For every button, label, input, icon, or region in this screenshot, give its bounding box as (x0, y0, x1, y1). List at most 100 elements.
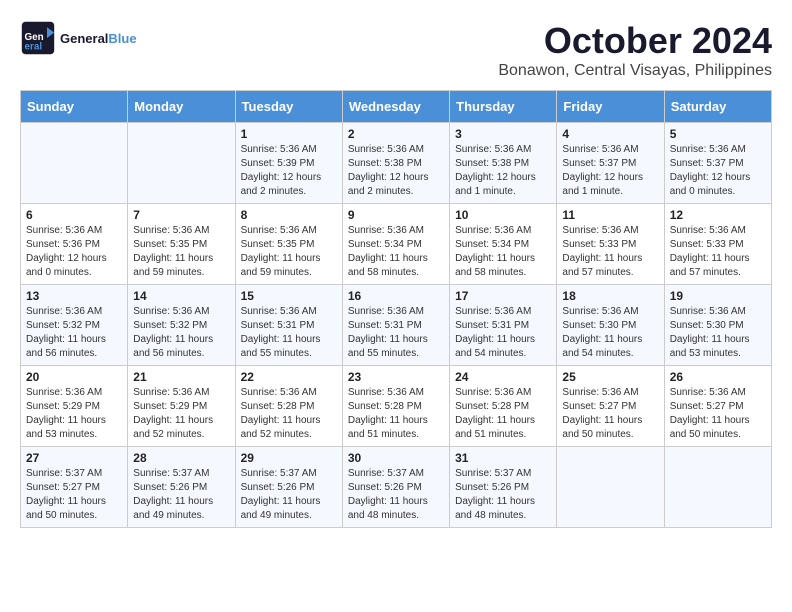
weekday-header-tuesday: Tuesday (235, 91, 342, 123)
day-info: Sunrise: 5:36 AM Sunset: 5:30 PM Dayligh… (562, 305, 658, 361)
calendar-cell: 5 Sunrise: 5:36 AM Sunset: 5:37 PM Dayli… (664, 123, 771, 204)
day-info: Sunrise: 5:36 AM Sunset: 5:29 PM Dayligh… (26, 386, 122, 442)
calendar-cell: 24 Sunrise: 5:36 AM Sunset: 5:28 PM Dayl… (450, 366, 557, 447)
day-number: 2 (348, 127, 444, 141)
month-title: October 2024 (498, 20, 772, 62)
calendar-cell: 29 Sunrise: 5:37 AM Sunset: 5:26 PM Dayl… (235, 447, 342, 528)
calendar-week-row: 1 Sunrise: 5:36 AM Sunset: 5:39 PM Dayli… (21, 123, 772, 204)
day-info: Sunrise: 5:37 AM Sunset: 5:26 PM Dayligh… (133, 467, 229, 523)
calendar-cell: 26 Sunrise: 5:36 AM Sunset: 5:27 PM Dayl… (664, 366, 771, 447)
day-number: 4 (562, 127, 658, 141)
calendar-table: SundayMondayTuesdayWednesdayThursdayFrid… (20, 90, 772, 528)
day-info: Sunrise: 5:36 AM Sunset: 5:33 PM Dayligh… (562, 224, 658, 280)
day-number: 9 (348, 208, 444, 222)
logo-text: GeneralBlue (60, 31, 137, 46)
day-info: Sunrise: 5:36 AM Sunset: 5:32 PM Dayligh… (26, 305, 122, 361)
day-number: 6 (26, 208, 122, 222)
day-number: 3 (455, 127, 551, 141)
day-number: 23 (348, 370, 444, 384)
day-number: 11 (562, 208, 658, 222)
calendar-cell: 3 Sunrise: 5:36 AM Sunset: 5:38 PM Dayli… (450, 123, 557, 204)
day-number: 17 (455, 289, 551, 303)
day-info: Sunrise: 5:36 AM Sunset: 5:28 PM Dayligh… (348, 386, 444, 442)
day-info: Sunrise: 5:36 AM Sunset: 5:28 PM Dayligh… (455, 386, 551, 442)
day-info: Sunrise: 5:36 AM Sunset: 5:35 PM Dayligh… (133, 224, 229, 280)
calendar-cell: 25 Sunrise: 5:36 AM Sunset: 5:27 PM Dayl… (557, 366, 664, 447)
day-number: 7 (133, 208, 229, 222)
day-info: Sunrise: 5:36 AM Sunset: 5:34 PM Dayligh… (348, 224, 444, 280)
calendar-cell: 10 Sunrise: 5:36 AM Sunset: 5:34 PM Dayl… (450, 204, 557, 285)
day-number: 14 (133, 289, 229, 303)
day-number: 12 (670, 208, 766, 222)
day-number: 25 (562, 370, 658, 384)
location-subtitle: Bonawon, Central Visayas, Philippines (498, 62, 772, 80)
day-info: Sunrise: 5:37 AM Sunset: 5:26 PM Dayligh… (455, 467, 551, 523)
weekday-header-saturday: Saturday (664, 91, 771, 123)
day-number: 13 (26, 289, 122, 303)
calendar-cell: 6 Sunrise: 5:36 AM Sunset: 5:36 PM Dayli… (21, 204, 128, 285)
calendar-cell: 19 Sunrise: 5:36 AM Sunset: 5:30 PM Dayl… (664, 285, 771, 366)
weekday-header-row: SundayMondayTuesdayWednesdayThursdayFrid… (21, 91, 772, 123)
day-info: Sunrise: 5:36 AM Sunset: 5:34 PM Dayligh… (455, 224, 551, 280)
day-info: Sunrise: 5:36 AM Sunset: 5:31 PM Dayligh… (241, 305, 337, 361)
logo-icon: Gen eral (20, 20, 56, 56)
day-number: 21 (133, 370, 229, 384)
day-info: Sunrise: 5:37 AM Sunset: 5:26 PM Dayligh… (241, 467, 337, 523)
day-number: 1 (241, 127, 337, 141)
weekday-header-wednesday: Wednesday (342, 91, 449, 123)
day-number: 26 (670, 370, 766, 384)
calendar-cell: 12 Sunrise: 5:36 AM Sunset: 5:33 PM Dayl… (664, 204, 771, 285)
day-info: Sunrise: 5:36 AM Sunset: 5:31 PM Dayligh… (348, 305, 444, 361)
day-number: 29 (241, 451, 337, 465)
day-number: 28 (133, 451, 229, 465)
day-info: Sunrise: 5:37 AM Sunset: 5:26 PM Dayligh… (348, 467, 444, 523)
calendar-cell: 23 Sunrise: 5:36 AM Sunset: 5:28 PM Dayl… (342, 366, 449, 447)
day-number: 8 (241, 208, 337, 222)
title-block: October 2024 Bonawon, Central Visayas, P… (498, 20, 772, 80)
day-number: 24 (455, 370, 551, 384)
calendar-cell: 11 Sunrise: 5:36 AM Sunset: 5:33 PM Dayl… (557, 204, 664, 285)
day-number: 30 (348, 451, 444, 465)
calendar-cell: 21 Sunrise: 5:36 AM Sunset: 5:29 PM Dayl… (128, 366, 235, 447)
weekday-header-sunday: Sunday (21, 91, 128, 123)
calendar-week-row: 27 Sunrise: 5:37 AM Sunset: 5:27 PM Dayl… (21, 447, 772, 528)
day-number: 16 (348, 289, 444, 303)
day-number: 31 (455, 451, 551, 465)
calendar-cell: 2 Sunrise: 5:36 AM Sunset: 5:38 PM Dayli… (342, 123, 449, 204)
calendar-cell: 18 Sunrise: 5:36 AM Sunset: 5:30 PM Dayl… (557, 285, 664, 366)
day-info: Sunrise: 5:36 AM Sunset: 5:30 PM Dayligh… (670, 305, 766, 361)
calendar-cell: 20 Sunrise: 5:36 AM Sunset: 5:29 PM Dayl… (21, 366, 128, 447)
day-info: Sunrise: 5:36 AM Sunset: 5:38 PM Dayligh… (348, 143, 444, 199)
calendar-cell: 1 Sunrise: 5:36 AM Sunset: 5:39 PM Dayli… (235, 123, 342, 204)
day-number: 18 (562, 289, 658, 303)
calendar-week-row: 6 Sunrise: 5:36 AM Sunset: 5:36 PM Dayli… (21, 204, 772, 285)
day-info: Sunrise: 5:36 AM Sunset: 5:32 PM Dayligh… (133, 305, 229, 361)
day-info: Sunrise: 5:37 AM Sunset: 5:27 PM Dayligh… (26, 467, 122, 523)
day-info: Sunrise: 5:36 AM Sunset: 5:27 PM Dayligh… (670, 386, 766, 442)
day-info: Sunrise: 5:36 AM Sunset: 5:38 PM Dayligh… (455, 143, 551, 199)
calendar-cell (128, 123, 235, 204)
day-info: Sunrise: 5:36 AM Sunset: 5:29 PM Dayligh… (133, 386, 229, 442)
calendar-cell: 8 Sunrise: 5:36 AM Sunset: 5:35 PM Dayli… (235, 204, 342, 285)
day-info: Sunrise: 5:36 AM Sunset: 5:28 PM Dayligh… (241, 386, 337, 442)
calendar-cell: 15 Sunrise: 5:36 AM Sunset: 5:31 PM Dayl… (235, 285, 342, 366)
calendar-cell: 31 Sunrise: 5:37 AM Sunset: 5:26 PM Dayl… (450, 447, 557, 528)
day-number: 22 (241, 370, 337, 384)
calendar-cell: 22 Sunrise: 5:36 AM Sunset: 5:28 PM Dayl… (235, 366, 342, 447)
calendar-cell: 28 Sunrise: 5:37 AM Sunset: 5:26 PM Dayl… (128, 447, 235, 528)
calendar-cell: 14 Sunrise: 5:36 AM Sunset: 5:32 PM Dayl… (128, 285, 235, 366)
calendar-cell: 13 Sunrise: 5:36 AM Sunset: 5:32 PM Dayl… (21, 285, 128, 366)
logo: Gen eral GeneralBlue (20, 20, 137, 56)
calendar-week-row: 20 Sunrise: 5:36 AM Sunset: 5:29 PM Dayl… (21, 366, 772, 447)
calendar-cell (21, 123, 128, 204)
day-number: 19 (670, 289, 766, 303)
day-info: Sunrise: 5:36 AM Sunset: 5:27 PM Dayligh… (562, 386, 658, 442)
calendar-cell: 9 Sunrise: 5:36 AM Sunset: 5:34 PM Dayli… (342, 204, 449, 285)
day-info: Sunrise: 5:36 AM Sunset: 5:35 PM Dayligh… (241, 224, 337, 280)
svg-text:eral: eral (25, 42, 43, 53)
calendar-cell: 27 Sunrise: 5:37 AM Sunset: 5:27 PM Dayl… (21, 447, 128, 528)
calendar-cell: 7 Sunrise: 5:36 AM Sunset: 5:35 PM Dayli… (128, 204, 235, 285)
calendar-cell: 4 Sunrise: 5:36 AM Sunset: 5:37 PM Dayli… (557, 123, 664, 204)
day-info: Sunrise: 5:36 AM Sunset: 5:36 PM Dayligh… (26, 224, 122, 280)
day-number: 15 (241, 289, 337, 303)
